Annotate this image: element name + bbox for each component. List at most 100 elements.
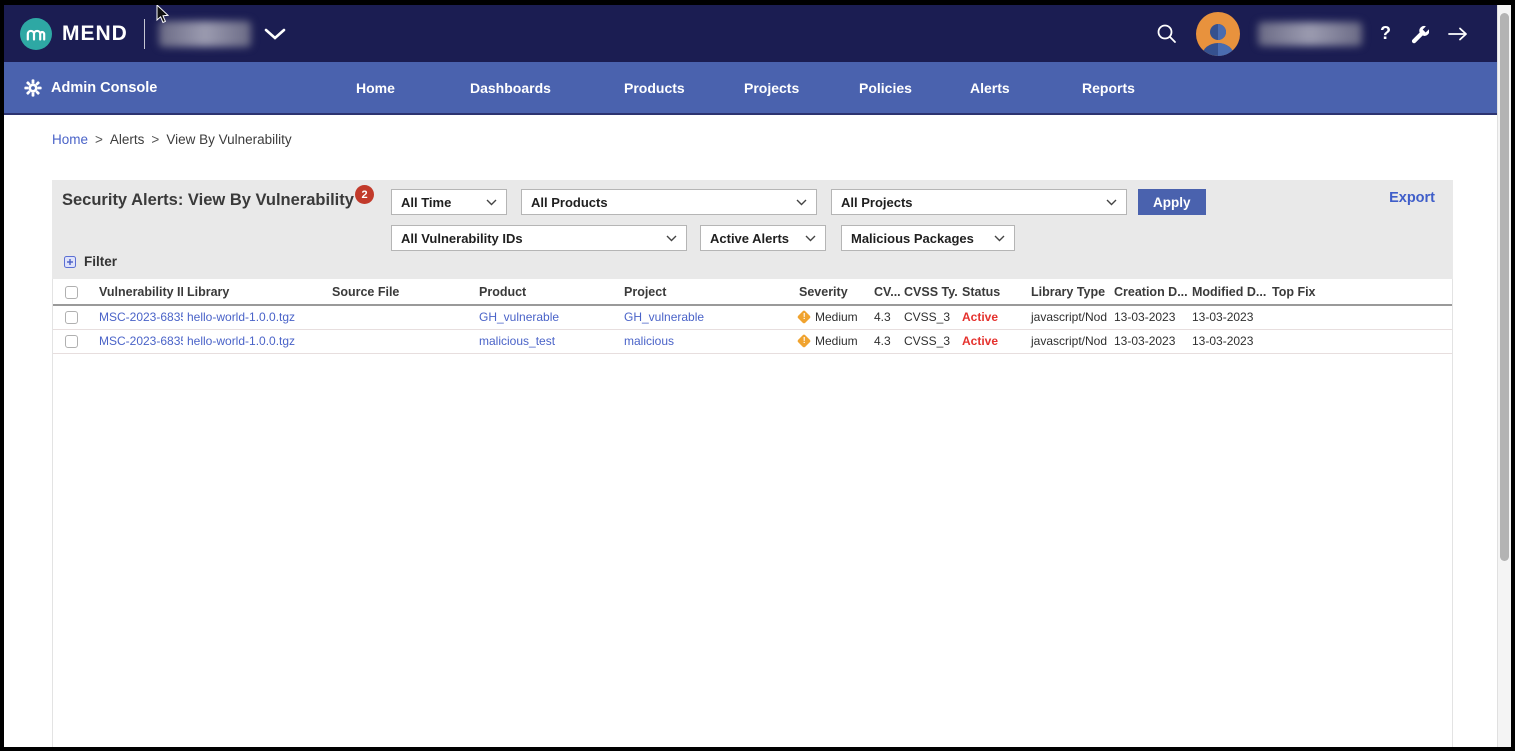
alerts-table: Vulnerability ID Library Source File Pro… [53, 279, 1452, 354]
org-chevron-down-icon[interactable] [263, 27, 287, 41]
cvss-type-cell: CVSS_3 [900, 305, 958, 329]
col-severity[interactable]: Severity [795, 279, 870, 305]
status-badge: Active [962, 334, 998, 348]
export-link[interactable]: Export [1389, 190, 1435, 206]
topbar-divider [144, 19, 145, 49]
chevron-down-icon [1106, 199, 1117, 206]
vulnerability-id-link[interactable]: MSC-2023-68356 [99, 334, 183, 348]
help-icon[interactable]: ? [1380, 23, 1391, 44]
alert-count-badge: 2 [355, 185, 374, 204]
vertical-scrollbar[interactable] [1497, 5, 1511, 747]
breadcrumb-home[interactable]: Home [52, 132, 88, 147]
vulnerability-ids-filter-value: All Vulnerability IDs [401, 231, 523, 246]
main-nav: Admin Console Home Dashboards Products P… [4, 62, 1511, 115]
col-cvss-score[interactable]: CV... [870, 279, 900, 305]
product-link[interactable]: GH_vulnerable [479, 310, 559, 324]
chevron-down-icon [666, 235, 677, 242]
alerts-table-container: Vulnerability ID Library Source File Pro… [52, 279, 1453, 747]
scrollbar-thumb[interactable] [1500, 13, 1509, 561]
product-link[interactable]: malicious_test [479, 334, 555, 348]
library-type-cell: javascript/Nod [1027, 305, 1110, 329]
vulnerability-id-link[interactable]: MSC-2023-68356 [99, 310, 183, 324]
cvss-type-cell: CVSS_3 [900, 329, 958, 353]
apply-button[interactable]: Apply [1138, 189, 1206, 215]
brand-name: MEND [62, 22, 128, 46]
col-creation-date[interactable]: Creation D... [1110, 279, 1188, 305]
nav-item-home[interactable]: Home [356, 62, 395, 113]
nav-item-dashboards[interactable]: Dashboards [470, 62, 551, 113]
col-vulnerability-id[interactable]: Vulnerability ID [95, 279, 183, 305]
breadcrumb-alerts[interactable]: Alerts [110, 132, 145, 147]
nav-item-alerts[interactable]: Alerts [970, 62, 1010, 113]
col-modified-date[interactable]: Modified D... [1188, 279, 1268, 305]
status-badge: Active [962, 310, 998, 324]
chevron-down-icon [994, 235, 1005, 242]
user-name-redacted[interactable] [1258, 22, 1362, 46]
select-all-checkbox[interactable] [65, 286, 78, 299]
alert-status-filter-select[interactable]: Active Alerts [700, 225, 826, 251]
topbar-actions: ? [1156, 5, 1469, 62]
source-file-cell [328, 329, 475, 353]
mend-brand[interactable]: MEND [20, 18, 128, 50]
severity-medium-icon: ! [797, 310, 811, 324]
cvss-score-cell: 4.3 [870, 305, 900, 329]
admin-console-label: Admin Console [51, 80, 157, 96]
filter-toggle-label: Filter [84, 254, 117, 269]
top-fix-cell [1268, 329, 1452, 353]
source-file-cell [328, 305, 475, 329]
project-link[interactable]: malicious [624, 334, 674, 348]
time-filter-select[interactable]: All Time [391, 189, 507, 215]
alert-type-filter-value: Malicious Packages [851, 231, 974, 246]
breadcrumb: Home > Alerts > View By Vulnerability [4, 115, 1511, 163]
top-bar: MEND [4, 5, 1511, 62]
library-link[interactable]: hello-world-1.0.0.tgz [187, 310, 295, 324]
projects-filter-select[interactable]: All Projects [831, 189, 1127, 215]
project-link[interactable]: GH_vulnerable [624, 310, 704, 324]
avatar[interactable] [1196, 12, 1240, 56]
top-fix-cell [1268, 305, 1452, 329]
nav-item-reports[interactable]: Reports [1082, 62, 1135, 113]
col-top-fix[interactable]: Top Fix [1268, 279, 1452, 305]
org-selector-redacted[interactable] [159, 21, 251, 47]
nav-item-projects[interactable]: Projects [744, 62, 799, 113]
nav-item-policies[interactable]: Policies [859, 62, 912, 113]
logout-arrow-icon[interactable] [1447, 26, 1469, 42]
creation-date-cell: 13-03-2023 [1110, 305, 1188, 329]
modified-date-cell: 13-03-2023 [1188, 305, 1268, 329]
breadcrumb-separator: > [151, 132, 159, 147]
col-library[interactable]: Library [183, 279, 328, 305]
filter-panel: Security Alerts: View By Vulnerability 2… [52, 180, 1453, 279]
severity-medium-icon: ! [797, 334, 811, 348]
gear-icon [24, 79, 42, 97]
col-cvss-type[interactable]: CVSS Ty... [900, 279, 958, 305]
col-source-file[interactable]: Source File [328, 279, 475, 305]
expand-plus-icon [64, 256, 76, 268]
mouse-cursor [156, 5, 170, 30]
row-checkbox[interactable] [65, 335, 78, 348]
chevron-down-icon [796, 199, 807, 206]
col-product[interactable]: Product [475, 279, 620, 305]
products-filter-select[interactable]: All Products [521, 189, 817, 215]
creation-date-cell: 13-03-2023 [1110, 329, 1188, 353]
alert-type-filter-select[interactable]: Malicious Packages [841, 225, 1015, 251]
wrench-icon[interactable] [1409, 24, 1429, 44]
col-project[interactable]: Project [620, 279, 795, 305]
breadcrumb-current: View By Vulnerability [166, 132, 291, 147]
admin-console[interactable]: Admin Console [24, 62, 157, 113]
library-link[interactable]: hello-world-1.0.0.tgz [187, 334, 295, 348]
col-library-type[interactable]: Library Type [1027, 279, 1110, 305]
severity-label: Medium [815, 334, 858, 348]
mend-logo-icon [20, 18, 52, 50]
nav-item-products[interactable]: Products [624, 62, 685, 113]
table-row: MSC-2023-68356 hello-world-1.0.0.tgz GH_… [53, 305, 1452, 329]
table-row: MSC-2023-68356 hello-world-1.0.0.tgz mal… [53, 329, 1452, 353]
page-title: Security Alerts: View By Vulnerability [62, 191, 354, 210]
col-status[interactable]: Status [958, 279, 1027, 305]
chevron-down-icon [805, 235, 816, 242]
filter-expander[interactable]: Filter [64, 254, 117, 269]
search-icon[interactable] [1156, 23, 1178, 45]
products-filter-value: All Products [531, 195, 608, 210]
row-checkbox[interactable] [65, 311, 78, 324]
cvss-score-cell: 4.3 [870, 329, 900, 353]
vulnerability-ids-filter-select[interactable]: All Vulnerability IDs [391, 225, 687, 251]
